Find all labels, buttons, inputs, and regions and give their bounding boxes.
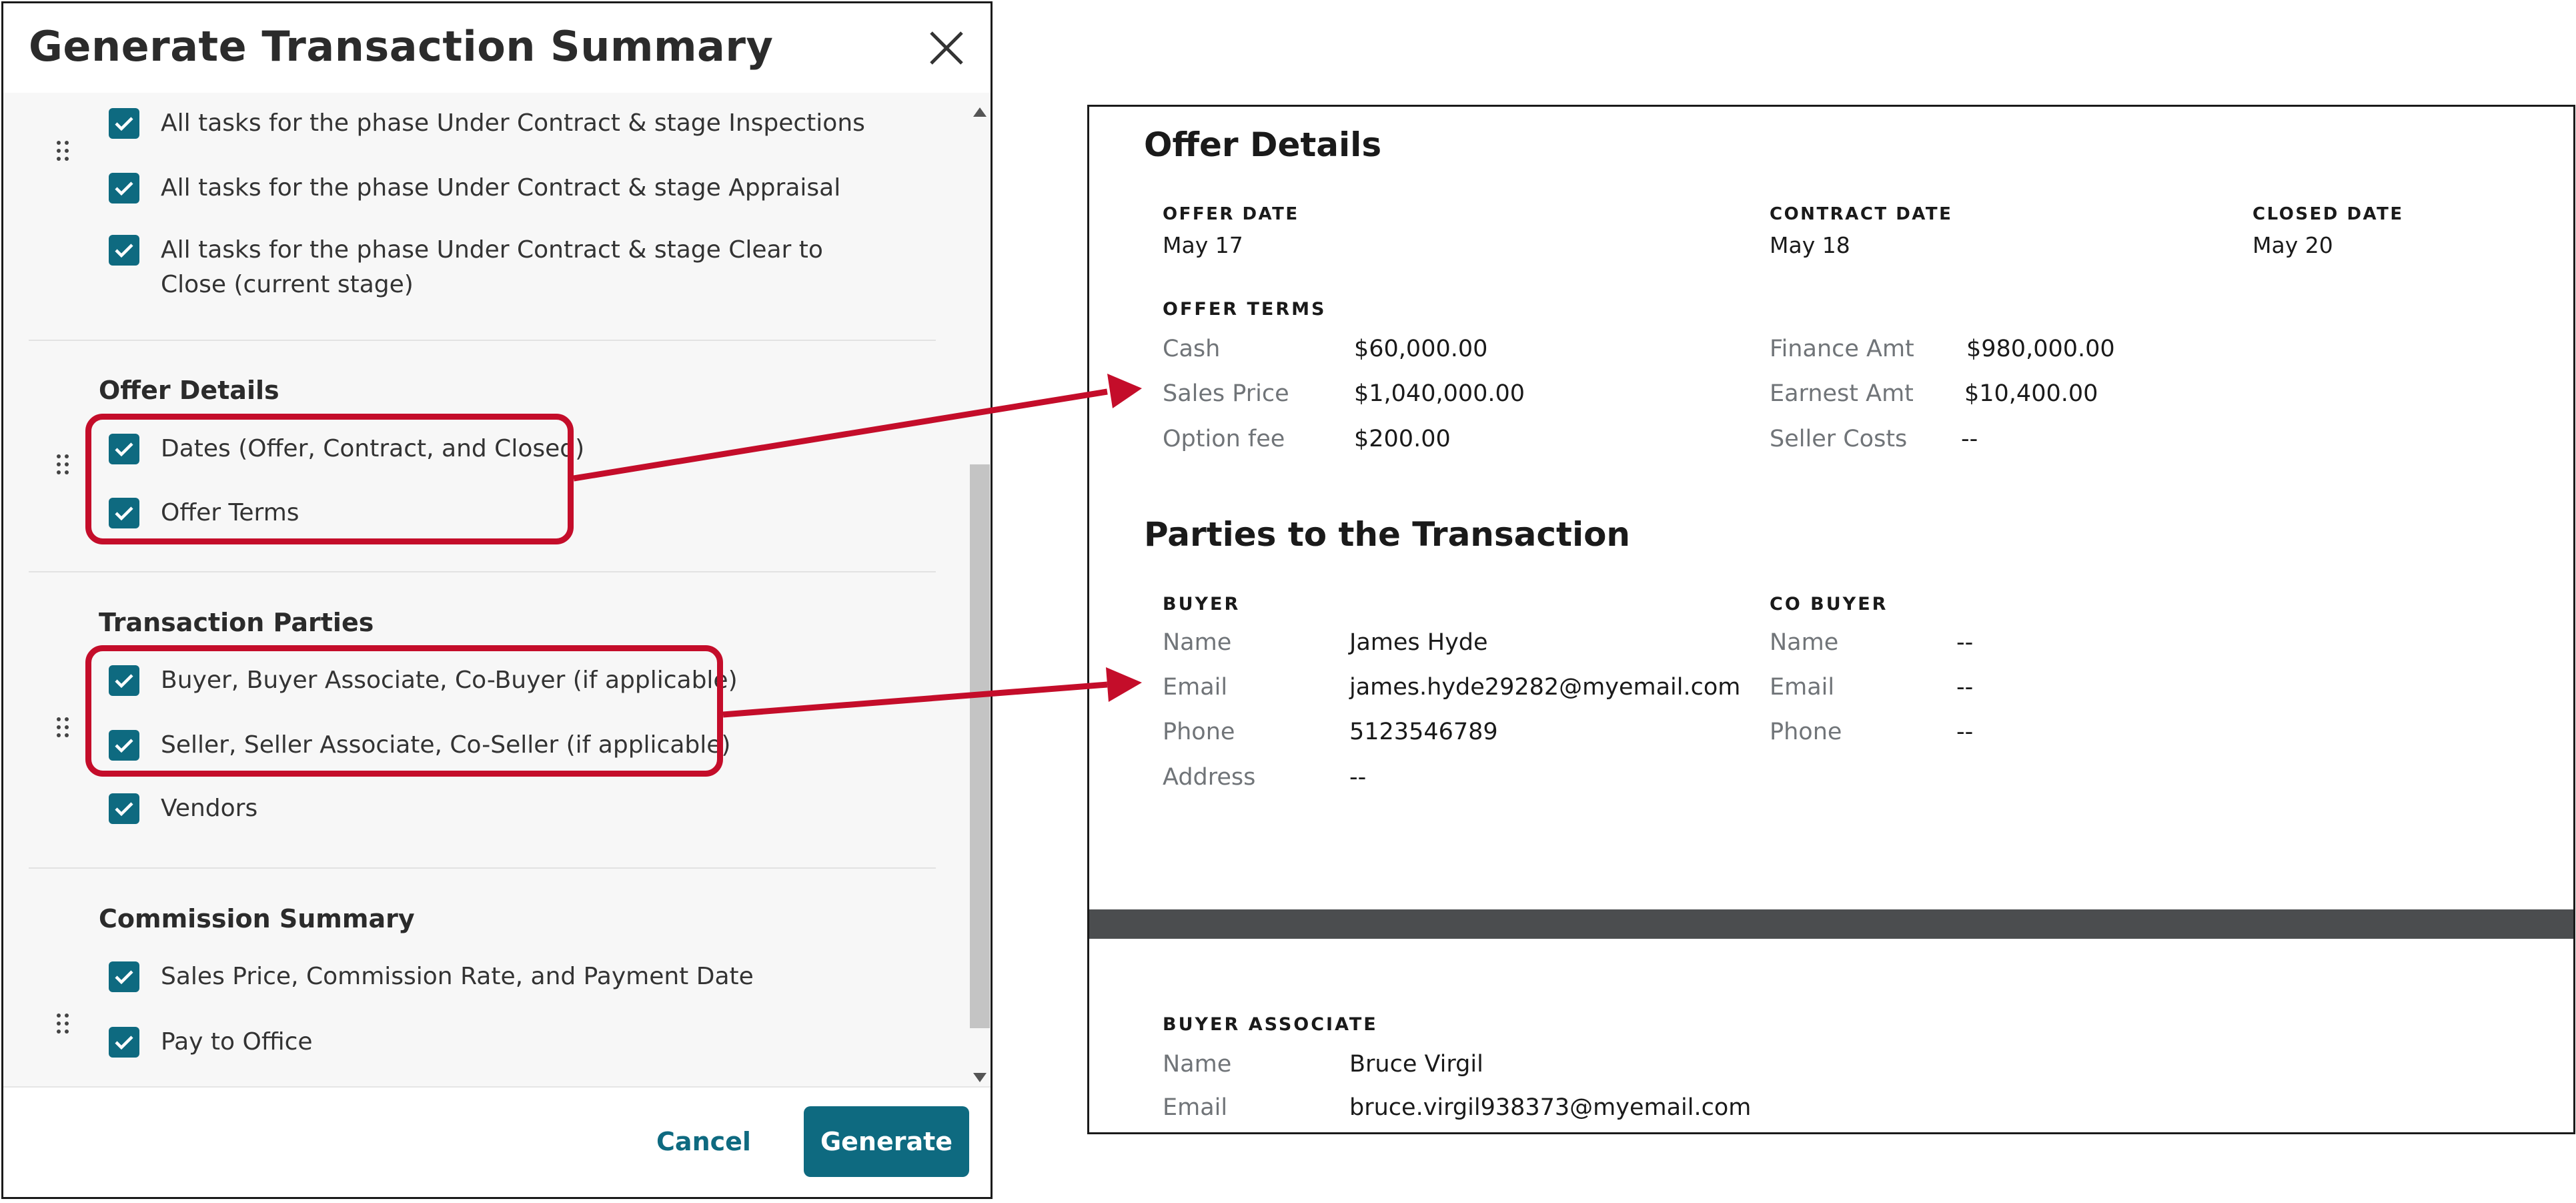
modal-footer: Cancel Generate	[3, 1086, 991, 1197]
task-label: All tasks for the phase Under Contract &…	[161, 174, 841, 202]
buyer-associate-field-label: Name	[1163, 1051, 1232, 1078]
offer-terms-label: OFFER TERMS	[1163, 299, 1327, 320]
offer-date-value: May 17	[1163, 232, 1243, 258]
cancel-button[interactable]: Cancel	[644, 1120, 764, 1164]
generate-button[interactable]: Generate	[804, 1106, 969, 1177]
buyer-associate-section-label: BUYER ASSOCIATE	[1163, 1014, 1378, 1035]
task-item[interactable]: All tasks for the phase Under Contract &…	[109, 108, 928, 141]
preview-offer-details-title: Offer Details	[1144, 125, 1382, 164]
checkbox-checked-icon[interactable]	[109, 793, 139, 824]
term-value: $1,040,000.00	[1354, 380, 1525, 407]
scroll-down-icon[interactable]	[973, 1073, 987, 1082]
buyer-field-label: Phone	[1163, 719, 1235, 745]
co-buyer-field-value: --	[1956, 674, 1974, 701]
closed-date-value: May 20	[2252, 232, 2333, 258]
section-title-commission-summary: Commission Summary	[99, 904, 415, 933]
buyer-field-label: Name	[1163, 629, 1232, 656]
commission-label: Sales Price, Commission Rate, and Paymen…	[161, 963, 754, 990]
term-label: Earnest Amt	[1770, 380, 1914, 407]
closed-date-label: CLOSED DATE	[2252, 204, 2404, 224]
drag-handle-icon[interactable]	[57, 141, 70, 167]
vendors-label: Vendors	[161, 795, 258, 822]
co-buyer-field-label: Email	[1770, 674, 1835, 701]
checkbox-checked-icon[interactable]	[109, 173, 139, 204]
generate-summary-modal: Generate Transaction Summary All tasks f…	[1, 1, 993, 1199]
buyer-associate-field-label: Email	[1163, 1094, 1228, 1121]
drag-handle-icon[interactable]	[57, 1014, 70, 1040]
pay-to-office-item[interactable]: Pay to Office	[109, 1027, 928, 1060]
task-item[interactable]: All tasks for the phase Under Contract &…	[109, 173, 928, 206]
highlight-box-offer-details	[85, 414, 574, 544]
drag-handle-icon[interactable]	[57, 717, 70, 744]
checkbox-checked-icon[interactable]	[109, 1027, 139, 1058]
preview-parties-title: Parties to the Transaction	[1144, 515, 1631, 554]
task-label: All tasks for the phase Under Contract &…	[161, 236, 823, 298]
term-value: $200.00	[1354, 426, 1451, 452]
term-label: Sales Price	[1163, 380, 1289, 407]
co-buyer-field-value: --	[1956, 629, 1974, 656]
co-buyer-field-label: Name	[1770, 629, 1839, 656]
checkbox-checked-icon[interactable]	[109, 961, 139, 992]
buyer-associate-field-value: bruce.virgil938373@myemail.com	[1349, 1094, 1752, 1121]
term-label: Finance Amt	[1770, 336, 1914, 362]
term-value: $10,400.00	[1964, 380, 2098, 407]
section-divider	[29, 571, 936, 572]
contract-date-label: CONTRACT DATE	[1770, 204, 1953, 224]
co-buyer-field-value: --	[1956, 719, 1974, 745]
modal-title: Generate Transaction Summary	[29, 22, 774, 71]
drag-handle-icon[interactable]	[57, 454, 70, 481]
task-item[interactable]: All tasks for the phase Under Contract &…	[109, 235, 894, 302]
buyer-field-label: Email	[1163, 674, 1228, 701]
section-title-offer-details: Offer Details	[99, 376, 279, 405]
page-break	[1089, 909, 2573, 939]
modal-body[interactable]: All tasks for the phase Under Contract &…	[3, 93, 991, 1094]
co-buyer-section-label: CO BUYER	[1770, 594, 1888, 615]
offer-date-label: OFFER DATE	[1163, 204, 1299, 224]
contract-date-value: May 18	[1770, 232, 1850, 258]
checkbox-checked-icon[interactable]	[109, 108, 139, 139]
buyer-associate-field-value: Bruce Virgil	[1349, 1051, 1483, 1078]
buyer-field-value: James Hyde	[1349, 629, 1488, 656]
buyer-field-value: --	[1349, 764, 1367, 791]
section-divider	[29, 867, 936, 869]
close-icon[interactable]	[927, 29, 966, 67]
buyer-section-label: BUYER	[1163, 594, 1241, 615]
vendors-item[interactable]: Vendors	[109, 793, 928, 826]
section-title-transaction-parties: Transaction Parties	[99, 608, 374, 637]
term-label: Cash	[1163, 336, 1221, 362]
pay-to-office-label: Pay to Office	[161, 1028, 313, 1056]
co-buyer-field-label: Phone	[1770, 719, 1842, 745]
commission-item[interactable]: Sales Price, Commission Rate, and Paymen…	[109, 961, 928, 994]
summary-preview: Offer Details OFFER DATE May 17 CONTRACT…	[1087, 105, 2575, 1134]
checkbox-checked-icon[interactable]	[109, 235, 139, 266]
scrollbar[interactable]	[967, 101, 991, 1092]
term-label: Seller Costs	[1770, 426, 1908, 452]
scroll-up-icon[interactable]	[973, 107, 987, 117]
buyer-field-value: 5123546789	[1349, 719, 1498, 745]
term-value: --	[1961, 426, 1978, 452]
term-label: Option fee	[1163, 426, 1285, 452]
buyer-field-value: james.hyde29282@myemail.com	[1349, 674, 1741, 701]
section-divider	[29, 340, 936, 341]
term-value: $980,000.00	[1966, 336, 2115, 362]
term-value: $60,000.00	[1354, 336, 1488, 362]
highlight-box-transaction-parties	[85, 645, 723, 777]
scroll-thumb[interactable]	[970, 464, 990, 1028]
task-label: All tasks for the phase Under Contract &…	[161, 109, 865, 137]
buyer-field-label: Address	[1163, 764, 1256, 791]
modal-header: Generate Transaction Summary	[3, 3, 991, 93]
